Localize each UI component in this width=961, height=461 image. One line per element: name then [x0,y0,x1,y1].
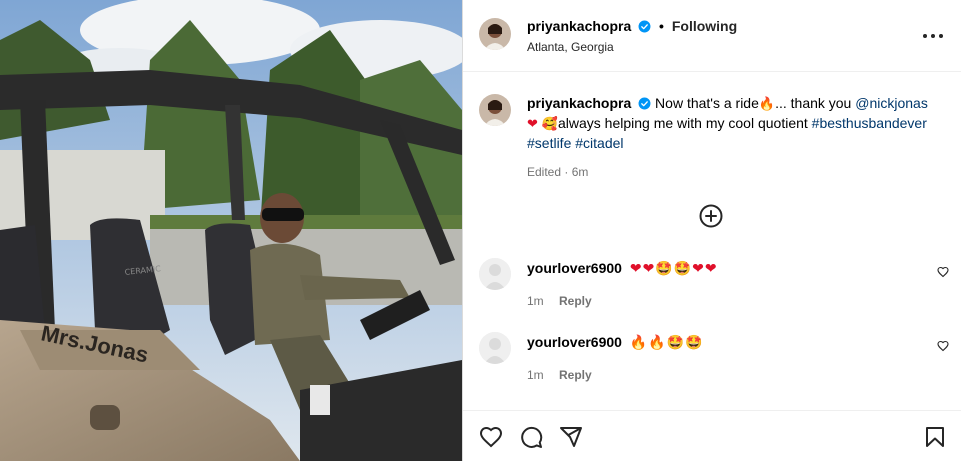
post-side-panel: priyankachopra • Following Atlanta, Geor… [462,0,961,461]
add-circle-icon[interactable] [699,204,723,228]
heart-icon[interactable] [937,340,949,352]
comment-item: yourlover6900 ❤❤🤩🤩❤❤ 1m Reply [479,258,949,318]
comment-time: 1m [527,294,544,308]
caption-body-1: Now that's a ride [655,95,759,111]
commenter-avatar[interactable] [479,332,511,364]
hashtag-link[interactable]: #besthusbandever [812,115,927,131]
caption-avatar[interactable] [479,94,511,126]
post-location[interactable]: Atlanta, Georgia [527,40,614,54]
caption-username[interactable]: priyankachopra [527,95,631,111]
smile-hearts-emoji: 🥰 [541,117,558,132]
share-icon[interactable] [559,425,583,449]
post-actions-bar [463,410,961,461]
commenter-username[interactable]: yourlover6900 [527,260,622,276]
comment-icon[interactable] [519,425,543,449]
heart-icon[interactable] [479,425,503,449]
caption-meta: Edited · 6m [527,165,589,179]
commenter-avatar[interactable] [479,258,511,290]
hashtag-link[interactable]: #setlife [527,135,571,151]
comment-item: yourlover6900 🔥🔥🤩🤩 1m Reply [479,332,949,392]
post-photo[interactable]: CERAMIC Mrs.Jonas [0,0,462,461]
post-header: priyankachopra • Following Atlanta, Geor… [463,0,961,72]
bookmark-icon[interactable] [923,425,947,449]
heart-emoji: ❤ [527,117,538,132]
verified-badge-icon [638,20,651,33]
following-button[interactable]: Following [672,18,737,34]
fire-emoji: 🔥 [758,97,776,112]
verified-badge-icon [638,97,651,110]
comment-time: 1m [527,368,544,382]
photo-scene: CERAMIC Mrs.Jonas [0,0,462,461]
comment-body: ❤❤🤩🤩❤❤ [629,261,718,277]
heart-icon[interactable] [937,266,949,278]
reply-button[interactable]: Reply [559,294,592,308]
commenter-username[interactable]: yourlover6900 [527,334,622,350]
hashtag-link[interactable]: #citadel [575,135,623,151]
more-options-icon[interactable] [923,27,943,45]
caption-text: priyankachopra Now that's a ride🔥... tha… [527,94,937,152]
post-dialog: CERAMIC Mrs.Jonas priyankachopra • Follo… [0,0,961,461]
author-username[interactable]: priyankachopra [527,18,631,34]
caption-body-2: ... thank you [775,95,852,111]
caption-body-3: always helping me with my cool quotient [557,115,808,131]
comment-body: 🔥🔥🤩🤩 [629,335,704,351]
author-avatar[interactable] [479,18,511,50]
reply-button[interactable]: Reply [559,368,592,382]
separator-dot: • [659,18,664,34]
mention-link[interactable]: @nickjonas [855,95,928,111]
